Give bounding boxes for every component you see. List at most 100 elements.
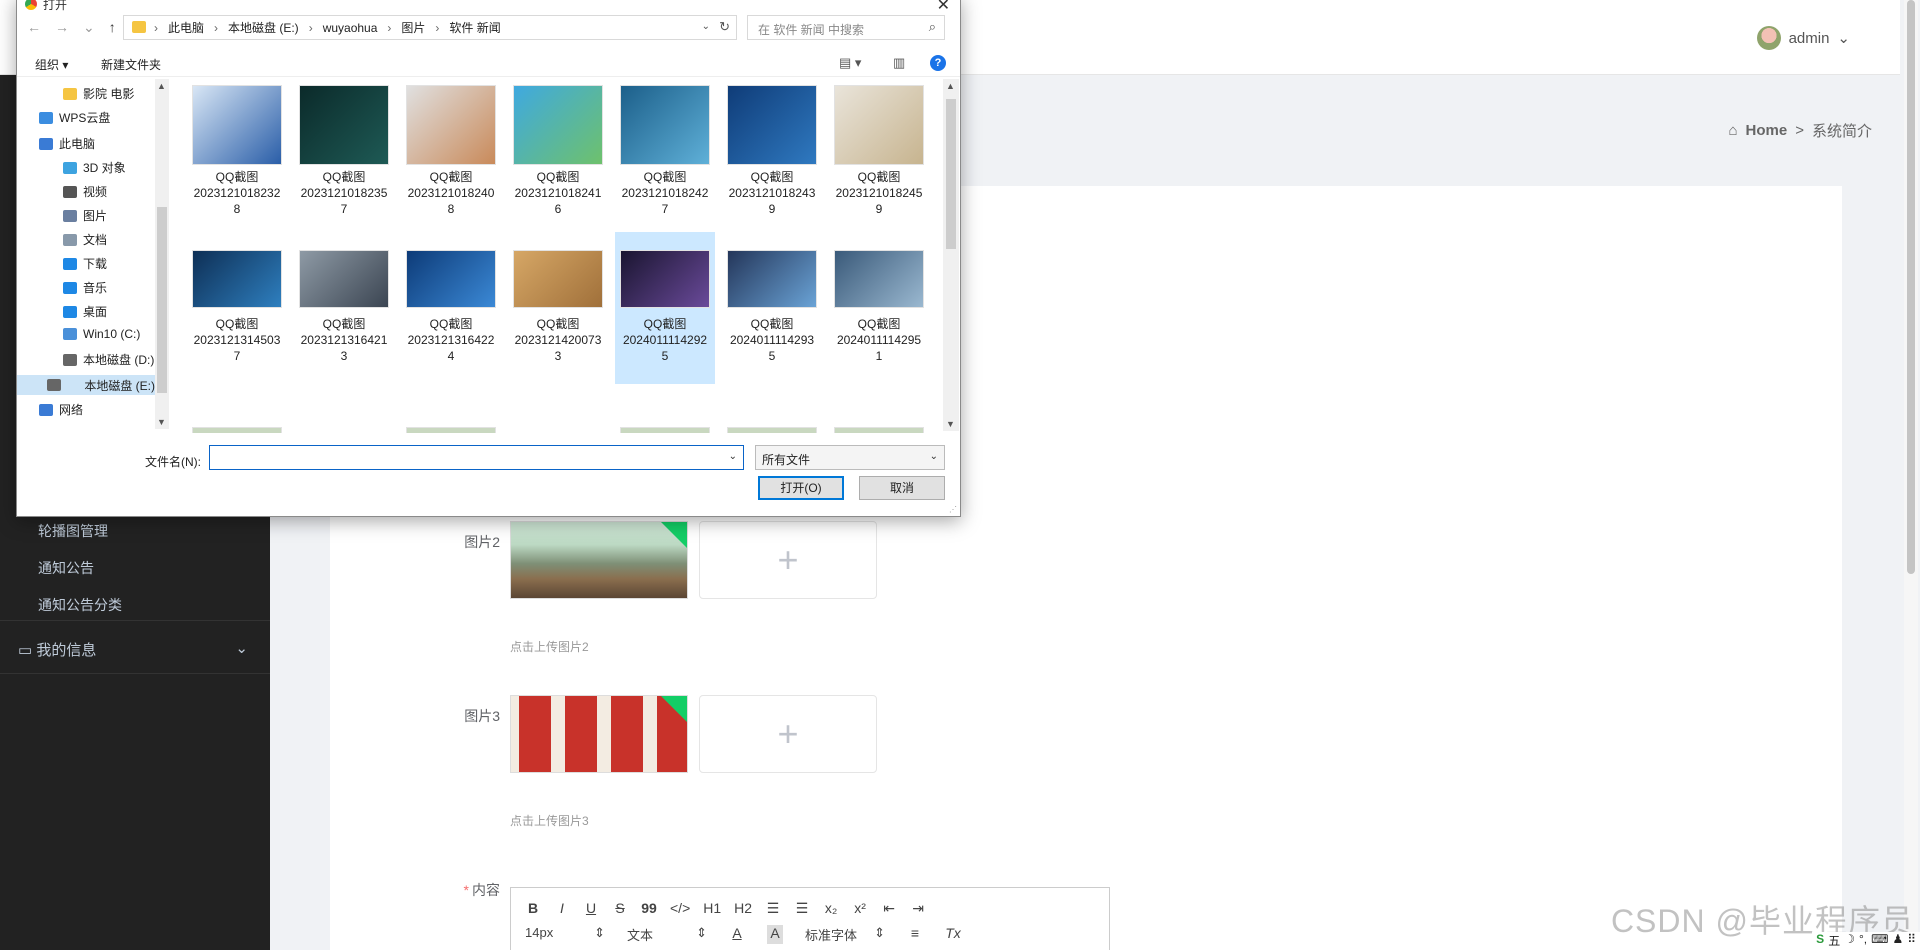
chevron-down-icon[interactable]: ⌄ [729,451,737,462]
file-item[interactable]: QQ截图 2024011114293 5 [722,236,822,384]
nav-pane-item[interactable]: 3D 对象 [63,159,126,176]
code-button[interactable]: </> [670,900,690,917]
nav-pane-item[interactable]: Win10 (C:) [63,327,140,341]
nav-pane-item[interactable]: 影院 电影 [63,85,134,102]
file-item[interactable] [401,427,501,433]
up-icon[interactable]: ↑ [109,19,116,36]
grid-icon[interactable]: ⠿ [1907,932,1916,950]
clear-format-button[interactable]: Tx [945,925,961,944]
page-scrollbar[interactable] [1904,0,1918,950]
file-item[interactable]: QQ截图 2024011114292 5 [615,232,715,384]
navigation-pane-scrollbar[interactable]: ▲ ▼ [155,79,169,429]
path-segment-this-pc[interactable]: 此电脑 [168,19,204,36]
breadcrumb-home[interactable]: Home [1746,122,1788,139]
bullet-list-button[interactable]: ☰ [794,900,810,917]
punctuation-icon[interactable]: °, [1859,932,1867,950]
nav-pane-item[interactable]: 下载 [63,255,107,272]
quote-button[interactable]: 99 [641,900,657,917]
file-item[interactable]: QQ截图 2023121018241 6 [508,83,608,231]
view-options-icon[interactable]: ▤ ▾ [839,55,861,71]
address-bar[interactable]: › 此电脑 › 本地磁盘 (E:) › wuyaohua › 图片 › 软件 新… [123,15,737,40]
nav-pane-item[interactable]: 图片 [63,207,107,224]
strike-button[interactable]: S [612,900,628,917]
filetype-select[interactable]: 所有文件 ⌄ [755,445,945,470]
nav-pane-item[interactable]: 本地磁盘 (E:) [17,375,155,395]
resize-grip-icon[interactable]: ⋰ [949,505,957,514]
underline-button[interactable]: U [583,900,599,917]
file-item[interactable]: QQ截图 2023121420073 3 [508,236,608,384]
file-item[interactable]: QQ截图 2023121018240 8 [401,83,501,231]
file-item[interactable]: QQ截图 2023121316421 3 [294,236,394,384]
background-color-button[interactable]: A [767,925,783,944]
uploaded-image-3[interactable] [510,695,688,773]
indent-button[interactable]: ⇥ [910,900,926,917]
refresh-icon[interactable]: ↻ [719,19,730,35]
nav-pane-item[interactable]: 音乐 [63,279,107,296]
file-item[interactable]: QQ截图 2023121018235 7 [294,83,394,231]
italic-button[interactable]: I [554,900,570,917]
upload-image-2-button[interactable]: + [699,521,877,599]
new-folder-button[interactable]: 新建文件夹 [101,56,161,73]
user-menu[interactable]: admin ⌄ [1756,26,1850,50]
file-item[interactable]: QQ截图 2024011114295 1 [829,236,929,384]
nav-pane-item[interactable]: 本地磁盘 (D:) [63,351,154,368]
file-item[interactable]: QQ截图 2023121018242 7 [615,83,715,231]
file-item[interactable]: QQ截图 2023121018232 8 [187,83,287,231]
path-segment-wuyaohua[interactable]: wuyaohua [323,21,378,35]
block-type-select[interactable]: 文本 ⇕ [627,925,707,944]
font-size-select[interactable]: 14px ⇕ [525,925,605,944]
page-scrollbar-thumb[interactable] [1907,0,1915,574]
file-item[interactable] [187,427,287,433]
sidebar-item-carousel[interactable]: 轮播图管理 [38,521,108,541]
path-segment-drive-e[interactable]: 本地磁盘 (E:) [228,19,299,36]
outdent-button[interactable]: ⇤ [881,900,897,917]
file-item[interactable]: QQ截图 2023121314503 7 [187,236,287,384]
forward-icon[interactable]: → [55,19,69,36]
align-button[interactable]: ≡ [907,925,923,944]
back-icon[interactable]: ← [27,19,41,36]
uploaded-image-2[interactable] [510,521,688,599]
preview-pane-icon[interactable]: ▥ [893,55,905,71]
moon-icon[interactable]: ☽ [1844,932,1855,950]
user-icon[interactable]: ♟ [1892,932,1903,950]
superscript-button[interactable]: x² [852,900,868,917]
file-item[interactable] [615,427,715,433]
scroll-up-icon[interactable]: ▲ [157,81,166,91]
path-segment-pictures[interactable]: 图片 [401,19,425,36]
file-item[interactable] [722,427,822,433]
sidebar-group-my-info[interactable]: ▭ 我的信息 ⌄ [18,639,248,660]
open-button[interactable]: 打开(O) [758,476,844,500]
nav-pane-item[interactable]: 文档 [63,231,107,248]
file-item[interactable] [829,427,929,433]
file-item[interactable]: QQ截图 2023121018243 9 [722,83,822,231]
path-segment-current[interactable]: 软件 新闻 [449,19,500,36]
font-color-button[interactable]: A [729,925,745,944]
file-list-scrollbar[interactable]: ▲ ▼ [943,79,959,431]
filename-input[interactable]: ⌄ [209,445,744,470]
scrollbar-thumb[interactable] [946,99,956,249]
keyboard-icon[interactable]: ⌨ [1871,932,1888,950]
ime-mode[interactable]: 五 [1828,932,1840,950]
subscript-button[interactable]: x₂ [823,900,839,917]
cancel-button[interactable]: 取消 [859,476,945,500]
chevron-down-icon[interactable]: ⌄ [702,21,710,32]
search-input[interactable]: 在 软件 新闻 中搜索 ⌕ [747,15,945,40]
sidebar-item-notice-categories[interactable]: 通知公告分类 [38,595,122,615]
scroll-up-icon[interactable]: ▲ [946,81,955,91]
search-icon[interactable]: ⌕ [929,19,936,35]
nav-pane-item[interactable]: WPS云盘 [39,109,110,126]
file-item[interactable]: QQ截图 2023121316422 4 [401,236,501,384]
bold-button[interactable]: B [525,900,541,917]
file-item[interactable]: QQ截图 2023121018245 9 [829,83,929,231]
ime-logo-icon[interactable]: S [1816,932,1824,950]
help-icon[interactable]: ? [930,55,946,71]
recent-locations-icon[interactable]: ⌄ [83,19,95,36]
close-icon[interactable]: ✕ [937,0,950,15]
nav-pane-item[interactable]: 网络 [39,401,83,418]
ordered-list-button[interactable]: ☰ [765,900,781,917]
font-family-select[interactable]: 标准字体 ⇕ [805,925,885,944]
nav-pane-item[interactable]: 桌面 [63,303,107,320]
scroll-down-icon[interactable]: ▼ [946,419,955,429]
scroll-down-icon[interactable]: ▼ [157,417,166,427]
sidebar-item-notices[interactable]: 通知公告 [38,558,94,578]
